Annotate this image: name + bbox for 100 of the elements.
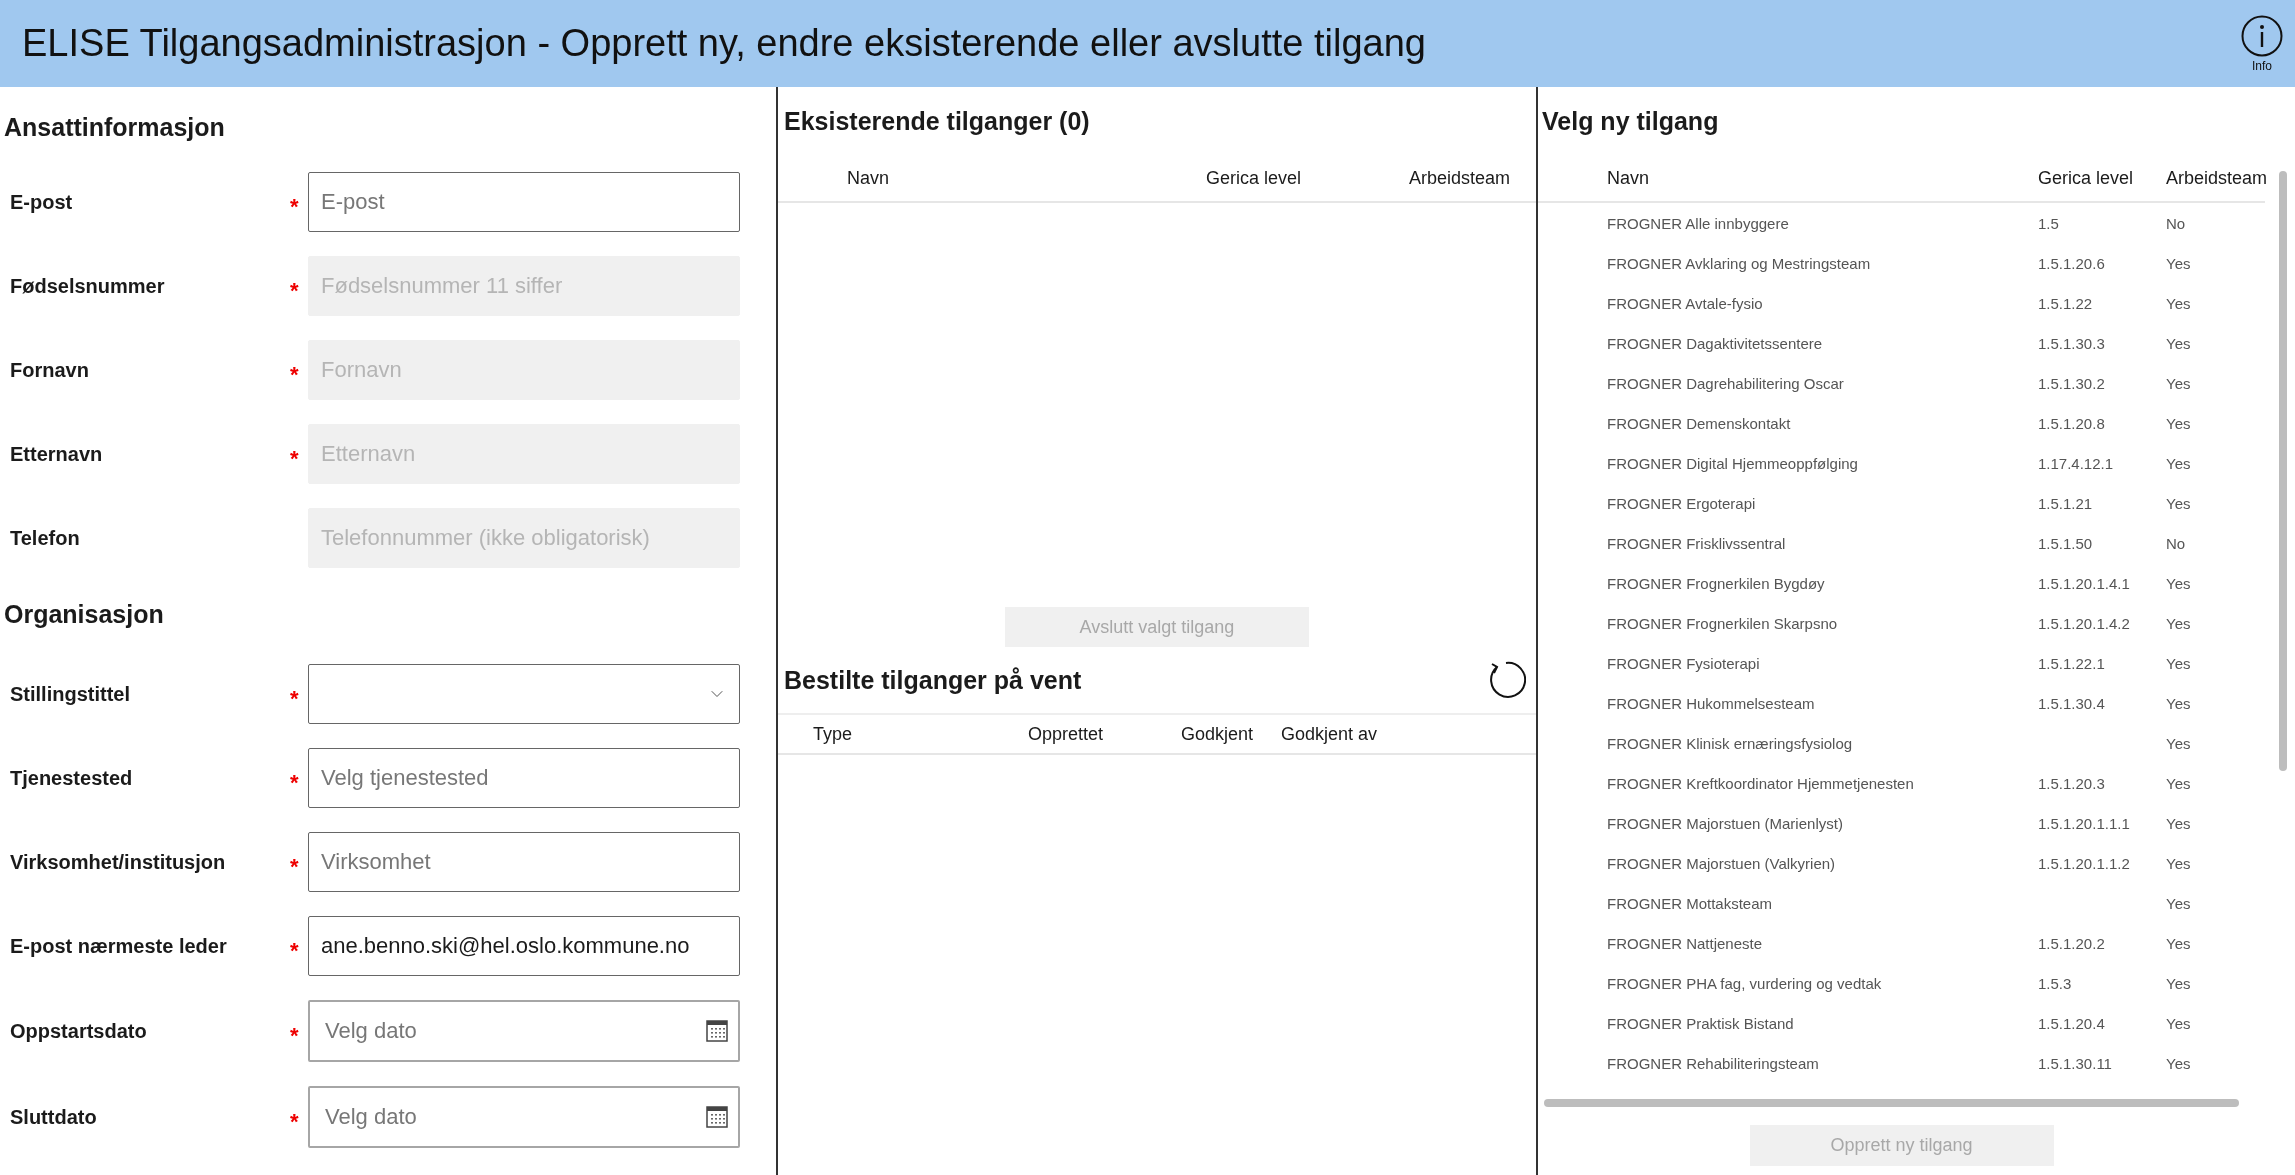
access-name[interactable]: FROGNER Klinisk ernæringsfysiolog	[1607, 734, 2038, 752]
access-name[interactable]: FROGNER Rehabiliteringsteam	[1607, 1054, 2038, 1072]
required-asterisk: *	[290, 278, 300, 304]
access-name[interactable]: FROGNER Ergoterapi	[1607, 494, 2038, 512]
column-header: Gerica level	[2038, 167, 2135, 189]
field-label: Sluttdato	[9, 1105, 98, 1129]
column-header: Arbeidsteam	[2166, 167, 2268, 189]
field-label: Virksomhet/institusjon	[9, 850, 227, 874]
team-cell-text: Yes	[2166, 374, 2192, 392]
access-name[interactable]: FROGNER Demenskontakt	[1607, 414, 2038, 432]
team-cell-text: Yes	[2166, 934, 2192, 952]
field-label: E-post	[9, 190, 74, 214]
required-asterisk: *	[290, 770, 300, 796]
required-asterisk: *	[290, 446, 300, 472]
level-cell-text: 1.5.1.20.1.4.2	[2038, 614, 2131, 632]
info-button[interactable]: Info	[2241, 14, 2283, 73]
team-cell-text: Yes	[2166, 774, 2192, 792]
required-asterisk: *	[290, 686, 300, 712]
access-name[interactable]: FROGNER Kreftkoordinator Hjemmetjenesten	[1607, 774, 2038, 792]
date-field[interactable]: Velg dato	[308, 1086, 740, 1148]
field-label: Telefon	[9, 526, 81, 550]
level-cell-text: 1.5.1.30.3	[2038, 334, 2106, 352]
team-cell-text: Yes	[2166, 254, 2192, 272]
team-cell-text: No	[2166, 534, 2187, 552]
access-name[interactable]: FROGNER Nattjeneste	[1607, 934, 2038, 952]
column-header: Navn	[1607, 167, 1651, 189]
input-field[interactable]: E-post	[308, 172, 740, 232]
section-heading: Ansattinformasjon	[3, 111, 226, 143]
access-name[interactable]: FROGNER Dagrehabilitering Oscar	[1607, 374, 2038, 392]
team-cell-text: Yes	[2166, 814, 2192, 832]
team-cell-text: No	[2166, 214, 2187, 232]
access-name[interactable]: FROGNER Frognerkilen Skarpsno	[1607, 614, 2038, 632]
level-cell-text: 1.5.1.20.4	[2038, 1014, 2106, 1032]
date-field[interactable]: Velg dato	[308, 1000, 740, 1062]
column-header: Arbeidsteam	[1409, 167, 1512, 189]
level-cell-text: 1.5.1.50	[2038, 534, 2094, 552]
required-asterisk: *	[290, 1023, 300, 1049]
vertical-scrollbar[interactable]	[2279, 171, 2287, 771]
level-cell-text: 1.5.1.20.1.1.2	[2038, 854, 2131, 872]
field-label: Fødselsnummer	[9, 274, 166, 298]
field-label: Stillingstittel	[9, 682, 131, 706]
level-cell-text: 1.5.1.22.1	[2038, 654, 2106, 672]
team-cell-text: Yes	[2166, 974, 2192, 992]
horizontal-scrollbar[interactable]	[1544, 1099, 2239, 1107]
team-cell-text: Yes	[2166, 734, 2192, 752]
column-header: Type	[813, 723, 854, 745]
level-cell-text: 1.5.1.22	[2038, 294, 2094, 312]
level-cell-text: 1.5.1.20.2	[2038, 934, 2106, 952]
access-name[interactable]: FROGNER Dagaktivitetssentere	[1607, 334, 2038, 352]
field-label: Etternavn	[9, 442, 104, 466]
input-field[interactable]: Virksomhet	[308, 832, 740, 892]
access-name[interactable]: FROGNER Mottaksteam	[1607, 894, 2038, 912]
level-cell-text: 1.5.1.20.6	[2038, 254, 2106, 272]
required-asterisk: *	[290, 194, 300, 220]
level-cell-text: 1.5.1.20.8	[2038, 414, 2106, 432]
access-name[interactable]: FROGNER Avklaring og Mestringsteam	[1607, 254, 2038, 272]
dropdown-field[interactable]	[308, 664, 740, 724]
level-cell-text: 1.5.1.21	[2038, 494, 2094, 512]
field-label: E-post nærmeste leder	[9, 934, 228, 958]
required-asterisk: *	[290, 854, 300, 880]
input-field[interactable]: Velg tjenestested	[308, 748, 740, 808]
access-name[interactable]: FROGNER Majorstuen (Valkyrien)	[1607, 854, 2038, 872]
access-name[interactable]: FROGNER PHA fag, vurdering og vedtak	[1607, 974, 2038, 992]
team-cell-text: Yes	[2166, 574, 2192, 592]
level-cell-text: 1.5	[2038, 214, 2060, 232]
team-cell-text: Yes	[2166, 334, 2192, 352]
level-cell-text: 1.5.3	[2038, 974, 2073, 992]
calendar-icon[interactable]	[706, 1020, 728, 1042]
access-name[interactable]: FROGNER Digital Hjemmeoppfølging	[1607, 454, 2038, 472]
team-cell-text: Yes	[2166, 854, 2192, 872]
access-name[interactable]: FROGNER Frognerkilen Bygdøy	[1607, 574, 2038, 592]
access-name[interactable]: FROGNER Frisklivssentral	[1607, 534, 2038, 552]
calendar-icon[interactable]	[706, 1106, 728, 1128]
column-header: Godkjent av	[1281, 723, 1379, 745]
access-name[interactable]: FROGNER Hukommelsesteam	[1607, 694, 2038, 712]
access-name[interactable]: FROGNER Praktisk Bistand	[1607, 1014, 2038, 1032]
info-icon	[2241, 14, 2283, 57]
input-field[interactable]: ane.benno.ski@hel.oslo.kommune.no	[308, 916, 740, 976]
column-header: Godkjent	[1181, 723, 1255, 745]
level-cell-text: 1.5.1.30.2	[2038, 374, 2106, 392]
access-name[interactable]: FROGNER Majorstuen (Marienlyst)	[1607, 814, 2038, 832]
team-cell-text: Yes	[2166, 494, 2192, 512]
level-cell-text: 1.17.4.12.1	[2038, 454, 2115, 472]
team-cell-text: Yes	[2166, 294, 2192, 312]
column-header: Navn	[847, 167, 891, 189]
access-name[interactable]: FROGNER Avtale-fysio	[1607, 294, 2038, 312]
column-header: Opprettet	[1028, 723, 1105, 745]
level-cell-text: 1.5.1.20.3	[2038, 774, 2106, 792]
required-asterisk: *	[290, 362, 300, 388]
team-cell-text: Yes	[2166, 414, 2192, 432]
section-heading: Bestilte tilganger på vent	[783, 664, 1082, 696]
team-cell-text: Yes	[2166, 654, 2192, 672]
team-cell-text: Yes	[2166, 694, 2192, 712]
section-heading: Eksisterende tilganger (0)	[783, 105, 1091, 137]
page-title: ELISE Tilgangsadministrasjon - Opprett ny, endre eksisterende eller avslutte tilgang	[22, 22, 1426, 65]
access-name[interactable]: FROGNER Alle innbyggere	[1607, 214, 2038, 232]
section-heading: Organisasjon	[3, 598, 165, 630]
field-label: Oppstartsdato	[9, 1019, 148, 1043]
required-asterisk: *	[290, 938, 300, 964]
access-name[interactable]: FROGNER Fysioterapi	[1607, 654, 2038, 672]
